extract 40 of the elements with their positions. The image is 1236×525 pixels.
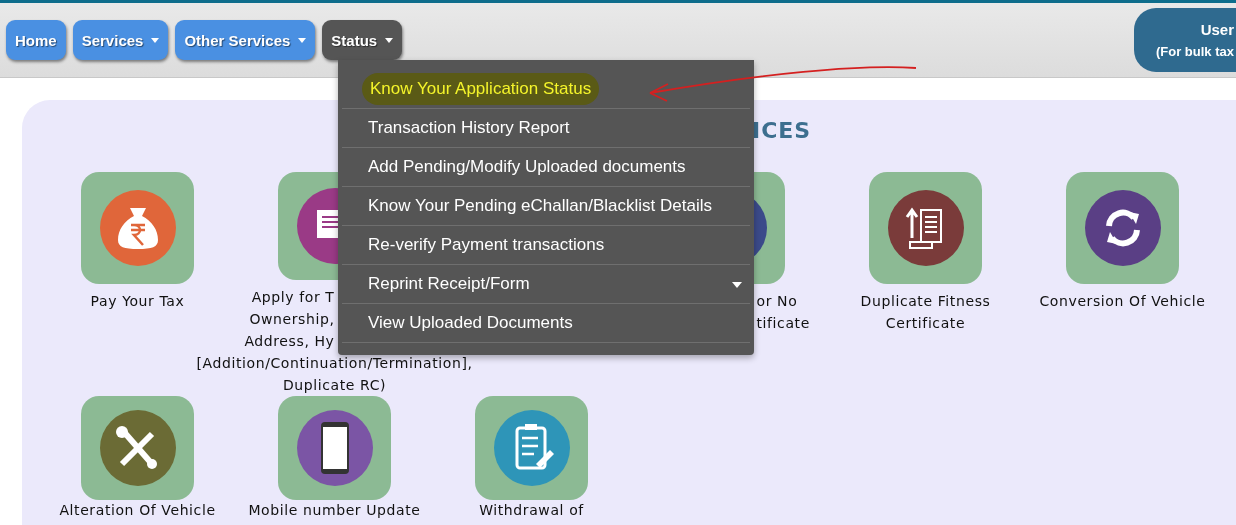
caret-icon <box>298 37 307 43</box>
tile-label: Alteration Of Vehicle <box>59 502 216 519</box>
tile-label: Certificate <box>885 314 966 333</box>
tile-label: Duplicate RC) <box>282 376 387 395</box>
tile-label: Address, Hy <box>244 332 335 351</box>
section-heading: ICES <box>752 118 812 143</box>
certificate-icon <box>887 190 964 266</box>
tile-label: [Addition/Continuation/Termination], <box>196 354 473 373</box>
phone-icon <box>296 410 373 486</box>
caret-icon <box>151 37 160 43</box>
menu-item[interactable]: View Uploaded Documents <box>342 304 750 343</box>
clipboard-icon <box>493 410 570 486</box>
money-bag-icon <box>99 190 176 266</box>
tile-label: or No <box>756 292 798 311</box>
user-login-button[interactable]: User (For bulk tax <box>1134 8 1236 72</box>
service-tile[interactable] <box>1066 172 1179 284</box>
service-tile[interactable] <box>475 396 588 500</box>
caret-icon <box>732 282 742 288</box>
service-tile[interactable] <box>81 396 194 500</box>
refresh-icon <box>1084 190 1161 266</box>
tile-label: Apply for T <box>251 288 335 307</box>
menu-item[interactable]: Add Pending/Modify Uploaded documents <box>342 148 750 187</box>
menu-item[interactable]: Re-verify Payment transactions <box>342 226 750 265</box>
tile-label: Ownership, <box>249 310 335 329</box>
service-tile[interactable] <box>278 396 391 500</box>
tile-label: Mobile number Update <box>248 502 421 519</box>
menu-item[interactable]: Know Your Pending eChallan/Blacklist Details <box>342 187 750 226</box>
tools-icon <box>99 410 176 486</box>
tile-label: tificate <box>756 314 810 333</box>
nav-button[interactable]: Status <box>322 20 403 60</box>
service-tile[interactable] <box>81 172 194 284</box>
service-tile[interactable] <box>869 172 982 284</box>
tile-label: Withdrawal of <box>479 502 584 519</box>
menu-item[interactable]: Know Your Application Status <box>342 70 750 109</box>
menu-item[interactable]: Transaction History Report <box>342 109 750 148</box>
caret-icon <box>385 37 394 43</box>
tile-label: Conversion Of Vehicle <box>1039 292 1206 311</box>
tile-label: Duplicate Fitness <box>860 292 991 311</box>
menu-item[interactable]: Reprint Receipt/Form <box>342 265 750 304</box>
tile-label: Pay Your Tax <box>90 292 185 311</box>
